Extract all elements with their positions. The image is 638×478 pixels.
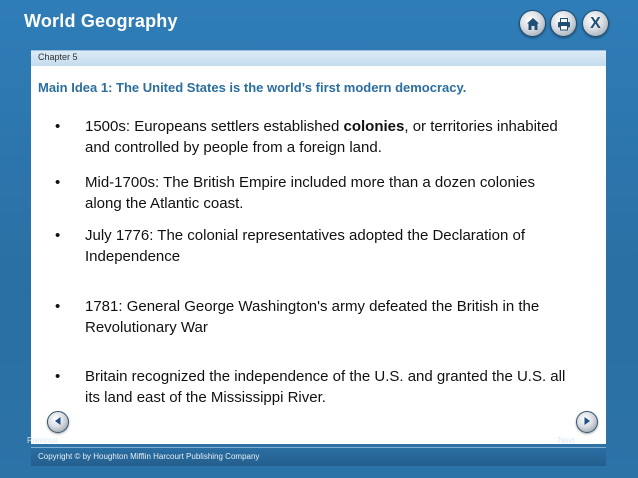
bullet-text: Britain recognized the independence of t… <box>85 368 566 406</box>
chapter-label: Chapter 5 <box>38 52 78 62</box>
printer-icon <box>557 17 571 31</box>
bullet-text: July 1776: The colonial representatives … <box>85 227 526 265</box>
bullet-text: Mid-1700s: The British Empire included m… <box>85 174 535 212</box>
bullet-dot: • <box>55 118 61 135</box>
app-title: World Geography <box>24 11 178 31</box>
copyright-text: Copyright © by Houghton Mifflin Harcourt… <box>38 452 260 461</box>
previous-label[interactable]: Previous <box>27 436 58 445</box>
bullet-text: 1500s: Europeans settlers established co… <box>85 118 558 156</box>
next-label[interactable]: Next <box>558 436 574 445</box>
chapter-bar: Chapter 5 <box>31 50 606 66</box>
bullet-item: • Britain recognized the independence of… <box>55 366 575 408</box>
bullet-item: • Mid-1700s: The British Empire included… <box>55 172 575 214</box>
previous-button[interactable] <box>47 411 69 433</box>
close-button[interactable]: X <box>582 10 609 37</box>
bullet-item: • 1500s: Europeans settlers established … <box>55 116 575 158</box>
bullet-dot: • <box>55 174 61 191</box>
bullet-dot: • <box>55 298 61 315</box>
bullet-dot: • <box>55 227 61 244</box>
content-panel: Main Idea 1: The United States is the wo… <box>31 66 606 444</box>
arrow-left-icon <box>53 413 63 431</box>
home-button[interactable] <box>519 10 546 37</box>
bullet-item: • 1781: General George Washington's army… <box>55 296 575 338</box>
main-idea-heading: Main Idea 1: The United States is the wo… <box>38 80 467 95</box>
bullet-dot: • <box>55 368 61 385</box>
arrow-right-icon <box>582 413 592 431</box>
close-icon: X <box>590 14 601 32</box>
home-icon <box>526 17 540 31</box>
next-button[interactable] <box>576 411 598 433</box>
footer-bar: Copyright © by Houghton Mifflin Harcourt… <box>31 447 606 466</box>
bullet-text: 1781: General George Washington's army d… <box>85 298 540 336</box>
print-button[interactable] <box>550 10 577 37</box>
bullet-item: • July 1776: The colonial representative… <box>55 225 575 267</box>
